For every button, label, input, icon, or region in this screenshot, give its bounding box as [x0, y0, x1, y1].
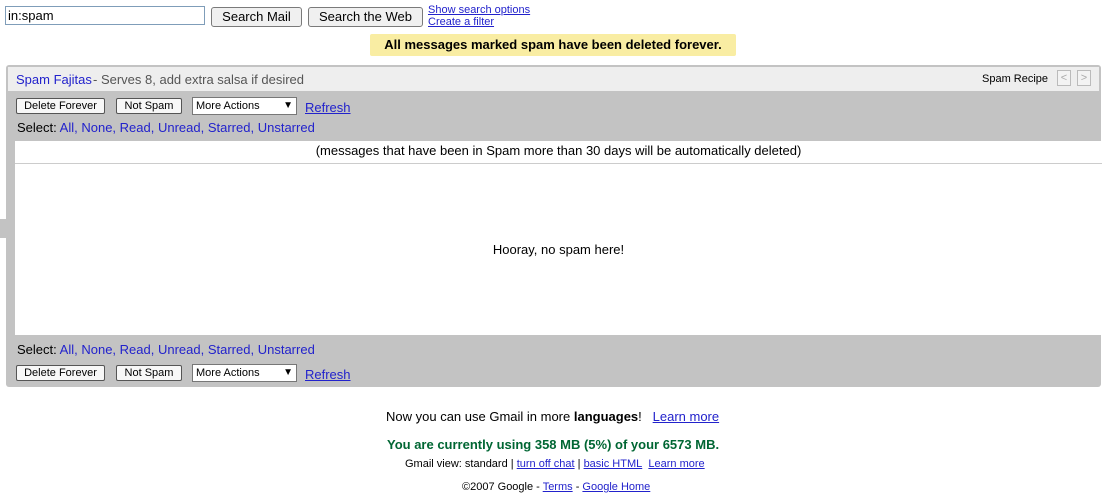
recipe-description: - Serves 8, add extra salsa if desired: [93, 72, 304, 87]
refresh-link[interactable]: Refresh: [305, 100, 351, 115]
select-row: Select: All, None, Read, Unread, Starred…: [17, 120, 315, 135]
select-all-link[interactable]: All: [60, 342, 74, 357]
gmail-view-line: Gmail view: standard | turn off chat | b…: [405, 458, 705, 470]
select-unstarred-link[interactable]: Unstarred: [258, 342, 315, 357]
empty-state-message: Hooray, no spam here!: [492, 242, 625, 257]
languages-suffix: !: [638, 409, 642, 424]
learn-more-link[interactable]: Learn more: [648, 458, 704, 470]
dropdown-arrow-icon: ▼: [283, 100, 293, 111]
search-input[interactable]: [5, 6, 205, 25]
select-separator: ,: [150, 342, 158, 357]
select-none-link[interactable]: None: [81, 342, 112, 357]
not-spam-button[interactable]: Not Spam: [116, 365, 182, 381]
select-separator: ,: [250, 120, 258, 135]
dropdown-arrow-icon: ▼: [283, 367, 293, 378]
not-spam-button[interactable]: Not Spam: [116, 98, 182, 114]
select-unstarred-link[interactable]: Unstarred: [258, 120, 315, 135]
search-mail-button[interactable]: Search Mail: [211, 7, 302, 27]
select-unread-link[interactable]: Unread: [158, 342, 201, 357]
select-all-link[interactable]: All: [60, 120, 74, 135]
more-actions-label: More Actions: [196, 100, 260, 112]
select-read-link[interactable]: Read: [120, 120, 151, 135]
more-actions-label: More Actions: [196, 367, 260, 379]
select-separator: ,: [112, 342, 120, 357]
delete-forever-button[interactable]: Delete Forever: [16, 98, 105, 114]
select-unread-link[interactable]: Unread: [158, 120, 201, 135]
next-recipe-button[interactable]: >: [1077, 70, 1091, 86]
select-label: Select:: [17, 120, 57, 135]
select-read-link[interactable]: Read: [120, 342, 151, 357]
select-none-link[interactable]: None: [81, 120, 112, 135]
spam-recipe-link[interactable]: Spam Fajitas: [16, 72, 92, 87]
select-separator: ,: [200, 120, 208, 135]
prev-recipe-button[interactable]: <: [1057, 70, 1071, 86]
select-separator: ,: [150, 120, 158, 135]
spam-deleted-notice: All messages marked spam have been delet…: [370, 34, 736, 56]
basic-html-link[interactable]: basic HTML: [584, 458, 643, 470]
spam-recipe-label: Spam Recipe: [982, 73, 1049, 85]
view-prefix: Gmail view: standard |: [405, 458, 514, 470]
search-web-button[interactable]: Search the Web: [308, 7, 423, 27]
select-separator: ,: [250, 342, 258, 357]
storage-usage: You are currently using 358 MB (5%) of y…: [387, 437, 720, 452]
create-filter-link[interactable]: Create a filter: [428, 16, 494, 28]
refresh-link[interactable]: Refresh: [305, 367, 351, 382]
select-starred-link[interactable]: Starred: [208, 342, 251, 357]
languages-prefix: Now you can use Gmail in more: [386, 409, 574, 424]
select-label: Select:: [17, 342, 57, 357]
more-actions-select[interactable]: More Actions ▼: [192, 97, 297, 115]
learn-more-link[interactable]: Learn more: [653, 409, 719, 424]
turn-off-chat-link[interactable]: turn off chat: [517, 458, 575, 470]
select-separator: ,: [200, 342, 208, 357]
select-separator: ,: [112, 120, 120, 135]
divider: [15, 163, 1102, 164]
show-search-options-link[interactable]: Show search options: [428, 4, 530, 16]
select-starred-link[interactable]: Starred: [208, 120, 251, 135]
message-list: [15, 141, 1102, 335]
auto-delete-note: (messages that have been in Spam more th…: [315, 143, 802, 158]
languages-promo: Now you can use Gmail in more languages!…: [386, 409, 719, 424]
copyright-line: ©2007 Google - Terms - Google Home: [462, 481, 651, 493]
select-row: Select: All, None, Read, Unread, Starred…: [17, 342, 315, 357]
terms-link[interactable]: Terms: [543, 481, 573, 493]
google-home-link[interactable]: Google Home: [582, 481, 650, 493]
languages-bold: languages: [573, 409, 639, 424]
delete-forever-button[interactable]: Delete Forever: [16, 365, 105, 381]
more-actions-select[interactable]: More Actions ▼: [192, 364, 297, 382]
copyright-text: ©2007 Google -: [462, 481, 540, 493]
